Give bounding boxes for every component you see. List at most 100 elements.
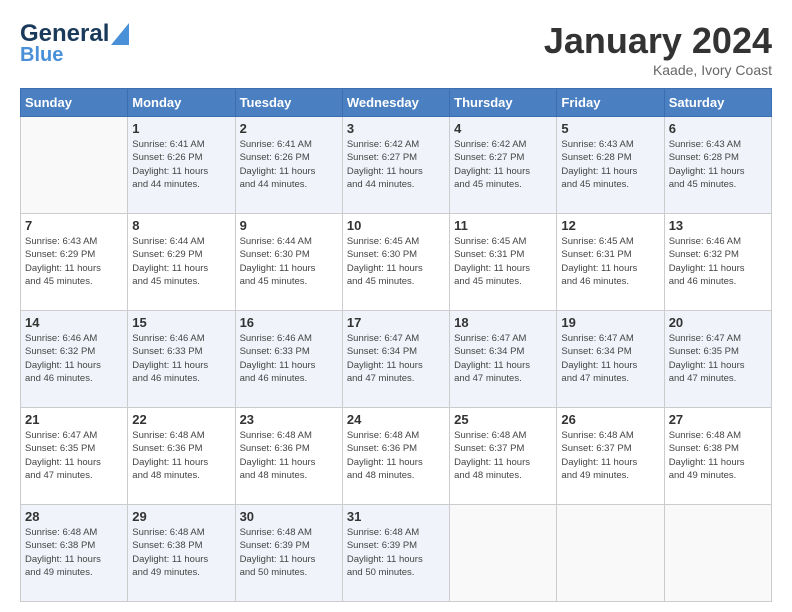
calendar-cell: 13Sunrise: 6:46 AMSunset: 6:32 PMDayligh… xyxy=(664,214,771,311)
day-number: 12 xyxy=(561,218,659,233)
calendar-cell xyxy=(664,505,771,602)
day-info: Sunrise: 6:44 AMSunset: 6:30 PMDaylight:… xyxy=(240,235,338,288)
day-number: 29 xyxy=(132,509,230,524)
day-info: Sunrise: 6:48 AMSunset: 6:36 PMDaylight:… xyxy=(240,429,338,482)
weekday-sunday: Sunday xyxy=(21,89,128,117)
day-info: Sunrise: 6:41 AMSunset: 6:26 PMDaylight:… xyxy=(132,138,230,191)
day-number: 9 xyxy=(240,218,338,233)
calendar-cell: 12Sunrise: 6:45 AMSunset: 6:31 PMDayligh… xyxy=(557,214,664,311)
day-info: Sunrise: 6:42 AMSunset: 6:27 PMDaylight:… xyxy=(454,138,552,191)
logo: General Blue xyxy=(20,20,129,67)
calendar-cell: 21 Sunrise: 6:47 AMSunset: 6:35 PMDayligh… xyxy=(21,408,128,505)
weekday-tuesday: Tuesday xyxy=(235,89,342,117)
calendar-cell: 14 Sunrise: 6:46 AMSunset: 6:32 PMDayligh… xyxy=(21,311,128,408)
calendar-cell: 23 Sunrise: 6:48 AMSunset: 6:36 PMDayligh… xyxy=(235,408,342,505)
calendar-table: SundayMondayTuesdayWednesdayThursdayFrid… xyxy=(20,88,772,602)
day-number: 23 xyxy=(240,412,338,427)
calendar-cell: 20Sunrise: 6:47 AMSunset: 6:35 PMDayligh… xyxy=(664,311,771,408)
day-number: 10 xyxy=(347,218,445,233)
day-number: 31 xyxy=(347,509,445,524)
day-number: 17 xyxy=(347,315,445,330)
month-title: January 2024 xyxy=(544,20,772,62)
calendar-cell: 10 Sunrise: 6:45 AMSunset: 6:30 PMDayligh… xyxy=(342,214,449,311)
weekday-friday: Friday xyxy=(557,89,664,117)
day-info: Sunrise: 6:47 AMSunset: 6:35 PMDaylight:… xyxy=(25,429,123,482)
day-number: 27 xyxy=(669,412,767,427)
calendar-cell: 24 Sunrise: 6:48 AMSunset: 6:36 PMDayligh… xyxy=(342,408,449,505)
calendar-cell: 3 Sunrise: 6:42 AMSunset: 6:27 PMDaylight… xyxy=(342,117,449,214)
day-number: 5 xyxy=(561,121,659,136)
day-number: 18 xyxy=(454,315,552,330)
day-info: Sunrise: 6:48 AMSunset: 6:38 PMDaylight:… xyxy=(669,429,767,482)
calendar-cell: 16Sunrise: 6:46 AMSunset: 6:33 PMDayligh… xyxy=(235,311,342,408)
day-number: 28 xyxy=(25,509,123,524)
calendar-cell: 2 Sunrise: 6:41 AMSunset: 6:26 PMDaylight… xyxy=(235,117,342,214)
day-number: 14 xyxy=(25,315,123,330)
calendar-cell: 25 Sunrise: 6:48 AMSunset: 6:37 PMDayligh… xyxy=(450,408,557,505)
weekday-saturday: Saturday xyxy=(664,89,771,117)
logo-blue: Blue xyxy=(20,44,63,67)
day-info: Sunrise: 6:47 AMSunset: 6:34 PMDaylight:… xyxy=(454,332,552,385)
day-info: Sunrise: 6:43 AMSunset: 6:28 PMDaylight:… xyxy=(669,138,767,191)
weekday-monday: Monday xyxy=(128,89,235,117)
calendar-cell: 29 Sunrise: 6:48 AMSunset: 6:38 PMDayligh… xyxy=(128,505,235,602)
day-number: 30 xyxy=(240,509,338,524)
day-info: Sunrise: 6:45 AMSunset: 6:31 PMDaylight:… xyxy=(454,235,552,288)
calendar-cell: 26 Sunrise: 6:48 AMSunset: 6:37 PMDayligh… xyxy=(557,408,664,505)
day-number: 25 xyxy=(454,412,552,427)
day-info: Sunrise: 6:46 AMSunset: 6:32 PMDaylight:… xyxy=(25,332,123,385)
day-number: 3 xyxy=(347,121,445,136)
day-number: 6 xyxy=(669,121,767,136)
day-info: Sunrise: 6:48 AMSunset: 6:36 PMDaylight:… xyxy=(347,429,445,482)
day-number: 1 xyxy=(132,121,230,136)
calendar-cell: 22 Sunrise: 6:48 AMSunset: 6:36 PMDayligh… xyxy=(128,408,235,505)
weekday-header-row: SundayMondayTuesdayWednesdayThursdayFrid… xyxy=(21,89,772,117)
calendar-week-1: 1 Sunrise: 6:41 AMSunset: 6:26 PMDaylight… xyxy=(21,117,772,214)
day-number: 26 xyxy=(561,412,659,427)
calendar-cell: 7 Sunrise: 6:43 AMSunset: 6:29 PMDaylight… xyxy=(21,214,128,311)
day-info: Sunrise: 6:47 AMSunset: 6:34 PMDaylight:… xyxy=(561,332,659,385)
calendar-cell: 4Sunrise: 6:42 AMSunset: 6:27 PMDaylight… xyxy=(450,117,557,214)
calendar-cell: 18 Sunrise: 6:47 AMSunset: 6:34 PMDayligh… xyxy=(450,311,557,408)
header: General Blue January 2024 Kaade, Ivory C… xyxy=(20,20,772,78)
weekday-wednesday: Wednesday xyxy=(342,89,449,117)
day-info: Sunrise: 6:48 AMSunset: 6:37 PMDaylight:… xyxy=(561,429,659,482)
calendar-cell xyxy=(557,505,664,602)
page: General Blue January 2024 Kaade, Ivory C… xyxy=(0,0,792,612)
calendar-week-3: 14 Sunrise: 6:46 AMSunset: 6:32 PMDayligh… xyxy=(21,311,772,408)
calendar-week-2: 7 Sunrise: 6:43 AMSunset: 6:29 PMDaylight… xyxy=(21,214,772,311)
day-number: 22 xyxy=(132,412,230,427)
day-info: Sunrise: 6:48 AMSunset: 6:39 PMDaylight:… xyxy=(347,526,445,579)
day-info: Sunrise: 6:45 AMSunset: 6:30 PMDaylight:… xyxy=(347,235,445,288)
logo-triangle-icon xyxy=(111,23,129,45)
calendar-cell: 1 Sunrise: 6:41 AMSunset: 6:26 PMDaylight… xyxy=(128,117,235,214)
day-number: 20 xyxy=(669,315,767,330)
day-info: Sunrise: 6:47 AMSunset: 6:34 PMDaylight:… xyxy=(347,332,445,385)
day-number: 7 xyxy=(25,218,123,233)
title-block: January 2024 Kaade, Ivory Coast xyxy=(544,20,772,78)
day-number: 21 xyxy=(25,412,123,427)
day-info: Sunrise: 6:43 AMSunset: 6:29 PMDaylight:… xyxy=(25,235,123,288)
day-info: Sunrise: 6:48 AMSunset: 6:37 PMDaylight:… xyxy=(454,429,552,482)
calendar-cell: 8 Sunrise: 6:44 AMSunset: 6:29 PMDaylight… xyxy=(128,214,235,311)
calendar-cell xyxy=(21,117,128,214)
calendar-cell: 19Sunrise: 6:47 AMSunset: 6:34 PMDayligh… xyxy=(557,311,664,408)
day-number: 24 xyxy=(347,412,445,427)
day-info: Sunrise: 6:41 AMSunset: 6:26 PMDaylight:… xyxy=(240,138,338,191)
calendar-cell: 31 Sunrise: 6:48 AMSunset: 6:39 PMDayligh… xyxy=(342,505,449,602)
calendar-cell: 17 Sunrise: 6:47 AMSunset: 6:34 PMDayligh… xyxy=(342,311,449,408)
day-info: Sunrise: 6:42 AMSunset: 6:27 PMDaylight:… xyxy=(347,138,445,191)
day-info: Sunrise: 6:48 AMSunset: 6:36 PMDaylight:… xyxy=(132,429,230,482)
day-number: 8 xyxy=(132,218,230,233)
calendar-cell: 27 Sunrise: 6:48 AMSunset: 6:38 PMDayligh… xyxy=(664,408,771,505)
calendar-cell: 11 Sunrise: 6:45 AMSunset: 6:31 PMDayligh… xyxy=(450,214,557,311)
day-info: Sunrise: 6:44 AMSunset: 6:29 PMDaylight:… xyxy=(132,235,230,288)
day-number: 11 xyxy=(454,218,552,233)
day-number: 2 xyxy=(240,121,338,136)
calendar-week-5: 28 Sunrise: 6:48 AMSunset: 6:38 PMDayligh… xyxy=(21,505,772,602)
day-number: 15 xyxy=(132,315,230,330)
day-info: Sunrise: 6:46 AMSunset: 6:32 PMDaylight:… xyxy=(669,235,767,288)
calendar-cell: 9 Sunrise: 6:44 AMSunset: 6:30 PMDaylight… xyxy=(235,214,342,311)
day-info: Sunrise: 6:48 AMSunset: 6:38 PMDaylight:… xyxy=(132,526,230,579)
calendar-cell xyxy=(450,505,557,602)
